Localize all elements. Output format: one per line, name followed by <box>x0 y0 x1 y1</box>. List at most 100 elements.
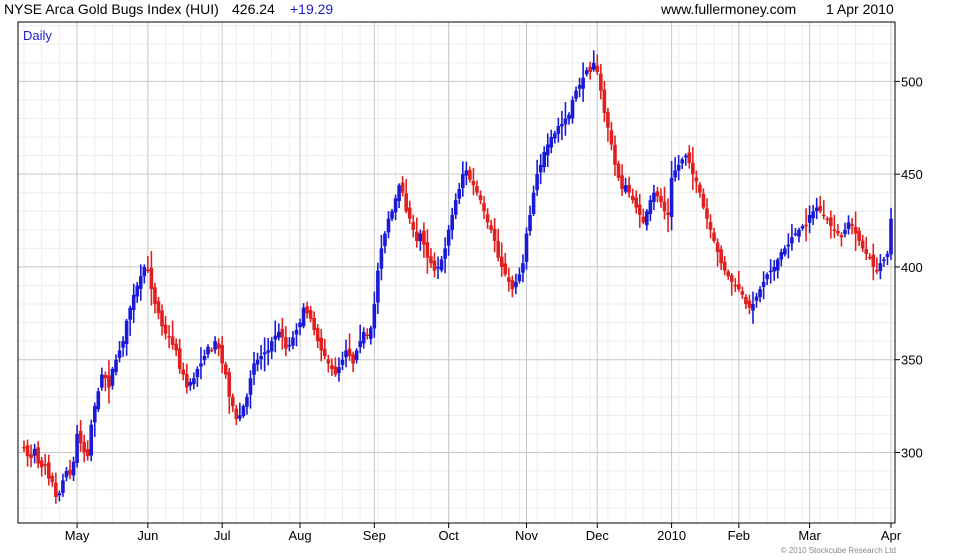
bar-body <box>729 275 734 282</box>
period-label: Daily <box>23 28 52 43</box>
ohlc-bar <box>110 367 115 390</box>
bar-body <box>269 341 274 352</box>
ohlc-bar <box>114 354 118 376</box>
bar-body <box>807 214 812 223</box>
bar-body <box>174 343 178 351</box>
ohlc-bar <box>177 338 182 374</box>
bar-body <box>673 170 677 178</box>
ohlc-bar <box>538 153 543 185</box>
ohlc-bar <box>878 253 883 280</box>
bar-body <box>57 493 62 496</box>
ohlc-bar <box>46 454 51 486</box>
bar-body <box>415 231 419 241</box>
bar-body <box>468 169 472 180</box>
bar-body <box>669 177 674 217</box>
ohlc-bar <box>326 354 331 373</box>
ohlc-bar <box>843 222 847 238</box>
bar-body <box>577 85 582 89</box>
ohlc-bar <box>584 67 589 77</box>
bar-body <box>142 266 147 277</box>
ohlc-bar <box>301 303 306 329</box>
ohlc-bar <box>768 259 773 284</box>
ohlc-bar <box>811 204 815 226</box>
bar-body <box>354 350 359 361</box>
bar-body <box>489 225 493 230</box>
ohlc-bar <box>436 256 440 280</box>
ohlc-bar <box>287 337 292 352</box>
ohlc-bar <box>715 238 720 267</box>
bar-body <box>429 256 433 264</box>
ohlc-bar <box>825 216 830 225</box>
ohlc-bar <box>613 135 617 176</box>
ohlc-bar <box>602 81 607 123</box>
ohlc-bar <box>765 272 769 285</box>
bar-body <box>482 203 486 212</box>
x-tick-label: Jun <box>137 528 158 543</box>
bar-body <box>659 196 663 202</box>
ohlc-bar <box>740 286 745 300</box>
bar-body <box>535 174 539 191</box>
ohlc-bar <box>871 243 876 281</box>
ohlc-bar <box>507 267 511 292</box>
ohlc-bar <box>567 112 571 125</box>
ohlc-bar <box>705 198 709 229</box>
ohlc-bar <box>213 336 217 354</box>
bar-body <box>135 285 140 297</box>
bar-body <box>634 197 639 208</box>
bar-body <box>266 350 270 353</box>
bar-body <box>407 207 412 219</box>
bar-body <box>78 430 83 444</box>
ohlc-bar <box>701 188 706 210</box>
bar-body <box>542 151 546 168</box>
ohlc-bar <box>372 291 377 338</box>
ohlc-bar <box>330 358 334 376</box>
bar-body <box>333 366 338 375</box>
bar-body <box>160 310 164 327</box>
ohlc-bar <box>591 50 596 72</box>
bar-body <box>825 218 830 221</box>
ohlc-bar <box>400 176 405 197</box>
ohlc-bar <box>78 419 83 452</box>
ohlc-bar <box>64 466 69 482</box>
ohlc-bar <box>181 362 186 381</box>
bar-body <box>864 249 869 254</box>
ohlc-bar <box>514 273 518 295</box>
ohlc-bar <box>443 237 447 274</box>
bar-body <box>223 364 228 375</box>
ohlc-bar <box>361 327 366 349</box>
ohlc-bar <box>397 183 401 209</box>
bar-body <box>783 248 787 255</box>
bar-body <box>326 359 331 364</box>
ohlc-bar <box>36 441 40 469</box>
bar-body <box>262 352 267 355</box>
ohlc-bar <box>71 456 76 482</box>
ohlc-bar <box>733 278 738 292</box>
bar-body <box>92 406 97 423</box>
bar-body <box>560 124 564 127</box>
bar-body <box>733 284 738 287</box>
ohlc-bar <box>648 195 653 222</box>
bar-body <box>358 341 362 348</box>
ohlc-bar <box>223 361 228 379</box>
y-tick-label: 450 <box>901 167 923 182</box>
bar-body <box>818 205 823 212</box>
ohlc-bar <box>227 367 232 414</box>
bar-body <box>683 155 688 158</box>
ohlc-bar <box>729 273 734 296</box>
bar-body <box>623 185 628 192</box>
bar-body <box>531 192 536 215</box>
ohlc-bar <box>184 363 189 394</box>
ohlc-bar <box>719 245 723 271</box>
x-tick-label: Jul <box>214 528 231 543</box>
bar-body <box>432 260 437 271</box>
bar-body <box>319 337 324 351</box>
ohlc-bar <box>754 292 759 308</box>
bar-body <box>411 222 416 230</box>
bar-body <box>322 348 327 356</box>
ohlc-bar <box>411 214 416 238</box>
bar-body <box>772 266 777 272</box>
bar-body <box>22 446 26 449</box>
ohlc-bar <box>404 179 408 214</box>
bar-body <box>220 344 224 364</box>
ohlc-bar <box>57 490 62 502</box>
